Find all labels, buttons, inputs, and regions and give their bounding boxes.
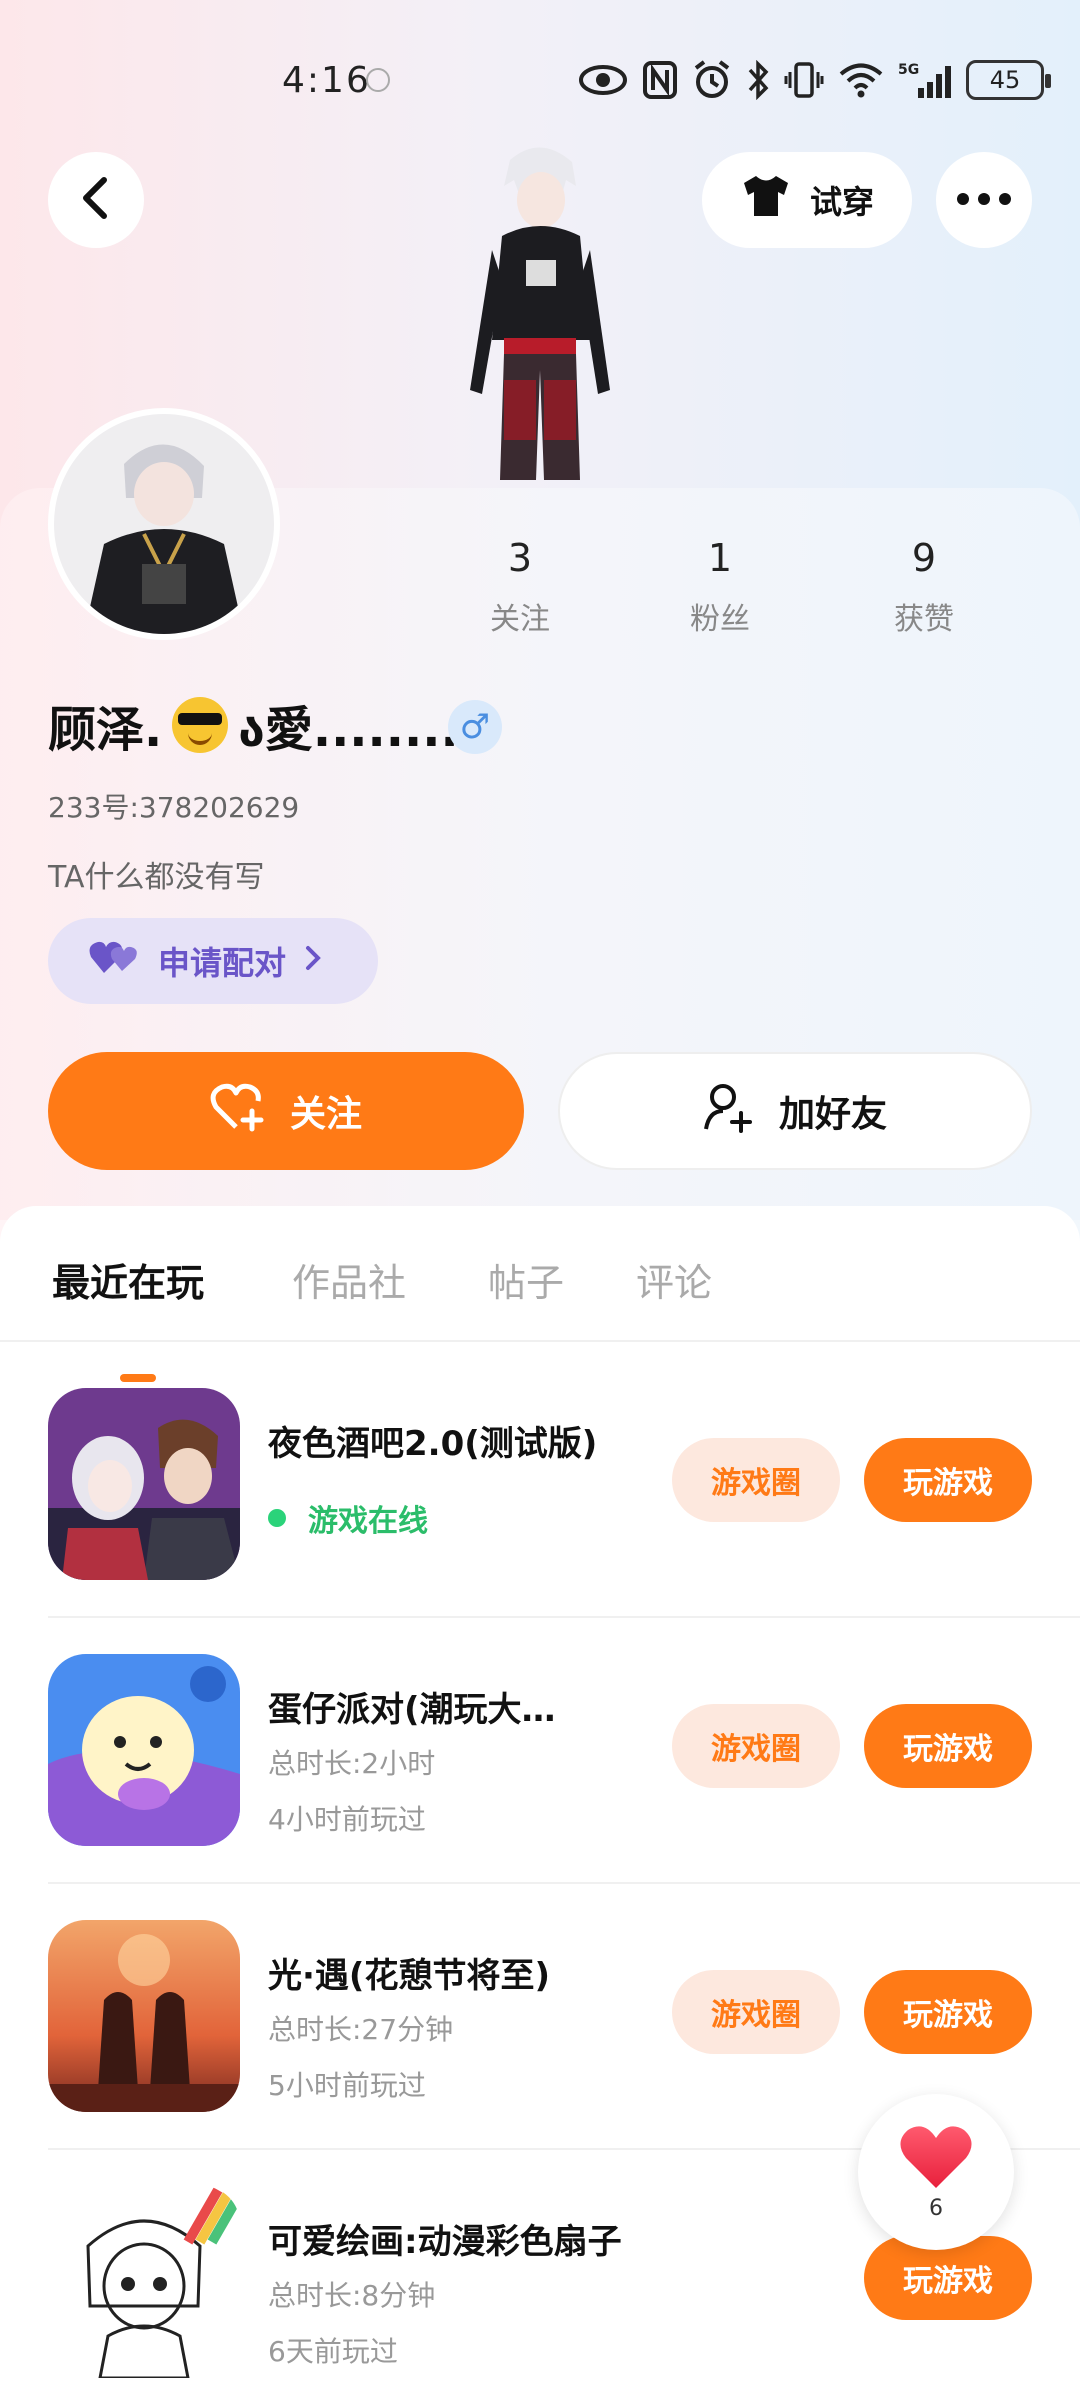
battery-level: 45 [989, 66, 1021, 94]
chevron-right-icon [304, 942, 322, 980]
more-dots-icon [956, 191, 1012, 210]
status-bar: 4:16 5G 45 [0, 40, 1080, 120]
status-time: 4:16 [282, 60, 371, 101]
game-title: 光·遇(花憩节将至) [268, 1956, 550, 1996]
game-title: 蛋仔派对(潮玩大… [268, 1690, 556, 1730]
stat-fans-value: 1 [707, 536, 733, 580]
game-duration: 总时长:27分钟 [268, 2013, 454, 2046]
follow-button[interactable]: 关注 [48, 1052, 524, 1170]
play-game-button[interactable]: 玩游戏 [864, 1970, 1032, 2054]
eye-icon [578, 62, 628, 98]
game-last-played: 4小时前玩过 [268, 1803, 426, 1836]
double-heart-icon [88, 937, 140, 985]
avatar-figure [440, 140, 640, 490]
heart-icon [898, 2124, 974, 2194]
stat-likes-label: 获赞 [894, 602, 954, 637]
request-pair-button[interactable]: 申请配对 [48, 918, 378, 1004]
active-tab-indicator [120, 1374, 156, 1382]
row-divider [48, 1616, 1080, 1618]
sunglasses-emoji-icon [172, 697, 229, 753]
status-icons: 5G 45 [578, 56, 1051, 104]
game-circle-button[interactable]: 游戏圈 [672, 1704, 840, 1788]
game-row[interactable]: 蛋仔派对(潮玩大… 总时长:2小时 4小时前玩过 游戏圈 玩游戏 [0, 1654, 1080, 1920]
game-title: 可爱绘画:动漫彩色扇子 [268, 2222, 622, 2262]
game-icon-eggy-party[interactable] [48, 1654, 240, 1846]
nickname-suffix: ა愛......... [238, 702, 477, 758]
tabs-divider [0, 1340, 1080, 1342]
game-duration: 总时长:8分钟 [268, 2279, 436, 2312]
game-last-played: 5小时前玩过 [268, 2069, 426, 2102]
game-icon-night-bar[interactable] [48, 1388, 240, 1580]
game-circle-button[interactable]: 游戏圈 [672, 1438, 840, 1522]
stat-following-label: 关注 [490, 602, 550, 637]
try-on-label: 试穿 [809, 183, 874, 221]
stat-following[interactable]: 3 关注 [460, 536, 580, 638]
follow-label: 关注 [289, 1094, 362, 1135]
stat-following-value: 3 [507, 536, 533, 580]
add-friend-button[interactable]: 加好友 [558, 1052, 1032, 1170]
status-notification-icon [366, 68, 390, 92]
tab-works[interactable]: 作品社 [292, 1252, 406, 1307]
online-dot-icon [268, 1509, 286, 1527]
stat-likes-value: 9 [911, 536, 937, 580]
request-pair-label: 申请配对 [158, 944, 287, 982]
gender-symbol: ♂ [459, 707, 491, 747]
play-game-button[interactable]: 玩游戏 [864, 1438, 1032, 1522]
male-gender-icon: ♂ [448, 700, 502, 754]
more-button[interactable] [936, 152, 1032, 248]
bluetooth-icon [746, 60, 770, 100]
online-status-label: 游戏在线 [308, 1504, 428, 1539]
stat-fans-label: 粉丝 [690, 602, 750, 637]
user-bio: TA什么都没有写 [48, 860, 265, 895]
online-status: 游戏在线 [268, 1496, 428, 1540]
tab-posts[interactable]: 帖子 [488, 1252, 564, 1307]
chevron-left-icon [78, 176, 114, 224]
play-game-button[interactable]: 玩游戏 [864, 1704, 1032, 1788]
game-icon-cute-drawing[interactable] [48, 2186, 240, 2378]
row-divider [48, 1882, 1080, 1884]
tshirt-icon [740, 173, 792, 227]
tab-bar: 最近在玩 作品社 帖子 评论 [0, 1252, 1080, 1382]
nfc-icon [642, 60, 678, 100]
add-user-icon [703, 1081, 755, 1142]
heart-plus-icon [210, 1081, 266, 1142]
game-last-played: 6天前玩过 [268, 2335, 398, 2368]
tab-comments[interactable]: 评论 [636, 1252, 712, 1307]
game-circle-button[interactable]: 游戏圈 [672, 1970, 840, 2054]
svg-text:5G: 5G [898, 62, 919, 78]
profile-stats: 3 关注 1 粉丝 9 获赞 [460, 536, 1040, 656]
like-floating-button[interactable]: 6 [858, 2094, 1014, 2250]
wifi-icon [838, 61, 884, 99]
game-row[interactable]: 夜色酒吧2.0(测试版) 游戏在线 游戏圈 玩游戏 [0, 1388, 1080, 1654]
vibrate-icon [784, 60, 824, 100]
user-id: 233号:378202629 [48, 791, 300, 824]
game-duration: 总时长:2小时 [268, 1747, 436, 1780]
profile-page: 4:16 5G 45 试穿 3 关注 1 粉丝 9 获赞 顾泽. ა愛.....… [0, 0, 1080, 2400]
like-count: 6 [929, 2195, 943, 2221]
try-on-button[interactable]: 试穿 [702, 152, 912, 248]
nickname: 顾泽. ა愛......... [48, 690, 477, 760]
nickname-prefix: 顾泽. [48, 702, 163, 758]
signal-5g-icon: 5G [898, 60, 952, 100]
back-button[interactable] [48, 152, 144, 248]
game-title: 夜色酒吧2.0(测试版) [268, 1424, 598, 1464]
avatar[interactable] [48, 408, 280, 640]
add-friend-label: 加好友 [778, 1094, 887, 1135]
stat-fans[interactable]: 1 粉丝 [660, 536, 780, 638]
game-icon-sky[interactable] [48, 1920, 240, 2112]
tab-recently-played[interactable]: 最近在玩 [52, 1252, 204, 1307]
battery-indicator: 45 [966, 60, 1051, 100]
stat-likes[interactable]: 9 获赞 [864, 536, 984, 638]
alarm-icon [692, 60, 732, 100]
